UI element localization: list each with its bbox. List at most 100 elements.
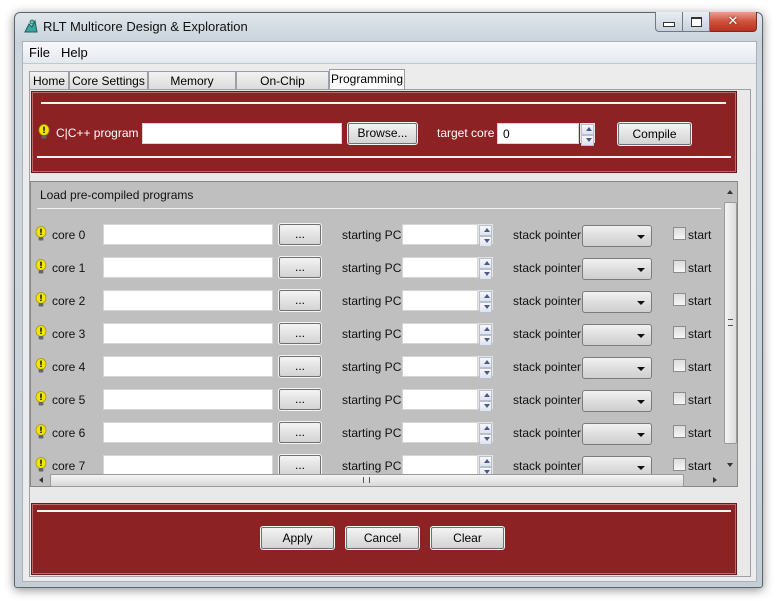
starting-pc-spinner[interactable] — [478, 389, 493, 412]
core-program-input[interactable] — [103, 290, 273, 311]
start-checkbox[interactable] — [673, 260, 686, 273]
core-browse-button[interactable]: ... — [278, 388, 322, 411]
starting-pc-label: starting PC — [342, 261, 402, 275]
stack-pointer-dropdown[interactable] — [582, 324, 652, 346]
start-checkbox[interactable] — [673, 326, 686, 339]
core-program-input[interactable] — [103, 356, 273, 377]
spin-up-icon[interactable] — [479, 357, 492, 368]
core-browse-button[interactable]: ... — [278, 289, 322, 312]
starting-pc-input[interactable] — [402, 290, 478, 311]
scroll-up-button[interactable] — [723, 185, 737, 200]
core-label: core 1 — [52, 261, 86, 275]
scroll-left-button[interactable] — [34, 473, 48, 487]
stack-pointer-label: stack pointer — [513, 261, 582, 275]
scroll-down-button[interactable] — [723, 457, 737, 472]
stack-pointer-dropdown[interactable] — [582, 258, 652, 280]
scroll-right-button[interactable] — [708, 473, 722, 487]
target-core-input[interactable] — [497, 123, 579, 144]
starting-pc-spinner[interactable] — [478, 224, 493, 247]
stack-pointer-dropdown[interactable] — [582, 390, 652, 412]
starting-pc-spinner[interactable] — [478, 290, 493, 313]
core-browse-button[interactable]: ... — [278, 223, 322, 246]
core-program-input[interactable] — [103, 323, 273, 344]
spin-up-icon[interactable] — [479, 456, 492, 467]
vertical-scrollbar[interactable] — [723, 185, 737, 472]
spin-up-icon[interactable] — [479, 225, 492, 236]
spin-down-icon[interactable] — [479, 434, 492, 445]
close-button[interactable]: ✕ — [710, 12, 757, 32]
core-program-input[interactable] — [103, 422, 273, 443]
stack-pointer-dropdown[interactable] — [582, 357, 652, 379]
starting-pc-input[interactable] — [402, 224, 478, 245]
horizontal-scrollbar[interactable] — [34, 473, 722, 487]
title-bar[interactable]: RLT Multicore Design & Exploration ✕ — [15, 12, 762, 39]
spin-up-icon[interactable] — [581, 124, 594, 135]
apply-button[interactable]: Apply — [260, 526, 335, 550]
stack-pointer-dropdown[interactable] — [582, 291, 652, 313]
start-label: start — [688, 228, 712, 242]
lightbulb-icon — [35, 391, 47, 407]
cancel-button[interactable]: Cancel — [345, 526, 420, 550]
program-path-input[interactable] — [142, 123, 342, 144]
tab-core-settings[interactable]: Core Settings — [69, 71, 148, 89]
minimize-button[interactable] — [655, 12, 683, 32]
core-program-input[interactable] — [103, 389, 273, 410]
start-checkbox[interactable] — [673, 425, 686, 438]
start-checkbox[interactable] — [673, 227, 686, 240]
starting-pc-input[interactable] — [402, 323, 478, 344]
starting-pc-spinner[interactable] — [478, 257, 493, 280]
core-browse-button[interactable]: ... — [278, 322, 322, 345]
spin-up-icon[interactable] — [479, 324, 492, 335]
menu-bar: File Help — [23, 42, 756, 64]
spin-up-icon[interactable] — [479, 258, 492, 269]
spin-down-icon[interactable] — [581, 135, 594, 146]
core-browse-button[interactable]: ... — [278, 421, 322, 444]
start-label: start — [688, 294, 712, 308]
starting-pc-input[interactable] — [402, 389, 478, 410]
core-browse-button[interactable]: ... — [278, 256, 322, 279]
tab-programming[interactable]: Programming — [329, 69, 405, 90]
menu-file[interactable]: File — [29, 45, 50, 60]
core-label: core 4 — [52, 360, 86, 374]
spin-up-icon[interactable] — [479, 390, 492, 401]
core-program-input[interactable] — [103, 224, 273, 245]
vertical-scroll-thumb[interactable] — [724, 202, 737, 444]
starting-pc-input[interactable] — [402, 356, 478, 377]
spin-down-icon[interactable] — [479, 269, 492, 280]
starting-pc-input[interactable] — [402, 257, 478, 278]
lightbulb-icon — [35, 226, 47, 242]
starting-pc-spinner[interactable] — [478, 323, 493, 346]
starting-pc-spinner[interactable] — [478, 356, 493, 379]
menu-help[interactable]: Help — [61, 45, 88, 60]
maximize-button[interactable] — [683, 12, 710, 32]
tab-memory-system[interactable]: Memory System — [148, 71, 236, 106]
starting-pc-input[interactable] — [402, 422, 478, 443]
stack-pointer-dropdown[interactable] — [582, 225, 652, 247]
clear-button[interactable]: Clear — [430, 526, 505, 550]
horizontal-scroll-thumb[interactable] — [50, 474, 684, 487]
starting-pc-spinner[interactable] — [478, 422, 493, 445]
spin-up-icon[interactable] — [479, 291, 492, 302]
start-checkbox[interactable] — [673, 359, 686, 372]
stack-pointer-dropdown[interactable] — [582, 423, 652, 445]
spin-down-icon[interactable] — [479, 368, 492, 379]
spin-down-icon[interactable] — [479, 236, 492, 247]
start-checkbox[interactable] — [673, 458, 686, 471]
starting-pc-spinner[interactable] — [478, 455, 493, 478]
core-browse-button[interactable]: ... — [278, 355, 322, 378]
start-checkbox[interactable] — [673, 293, 686, 306]
start-checkbox[interactable] — [673, 392, 686, 405]
core-program-input[interactable] — [103, 257, 273, 278]
tab-on-chip-network[interactable]: On-Chip Network — [236, 71, 329, 106]
spin-down-icon[interactable] — [479, 335, 492, 346]
spin-down-icon[interactable] — [479, 302, 492, 313]
compile-button[interactable]: Compile — [617, 122, 692, 146]
spin-up-icon[interactable] — [479, 423, 492, 434]
precompiled-scroll-area: Load pre-compiled programs core 0... star… — [30, 181, 738, 487]
spin-down-icon[interactable] — [479, 401, 492, 412]
chevron-down-icon — [637, 400, 645, 404]
browse-button[interactable]: Browse... — [347, 122, 418, 145]
tab-home[interactable]: Home — [29, 71, 69, 89]
core-label: core 0 — [52, 228, 86, 242]
target-core-spinner[interactable] — [580, 123, 595, 146]
